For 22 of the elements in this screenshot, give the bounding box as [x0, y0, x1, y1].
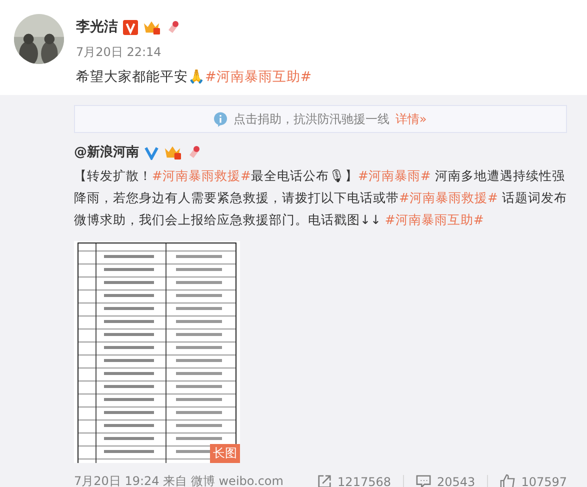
post-time[interactable]: 7月20日 22:14 — [76, 44, 312, 61]
avatar[interactable] — [14, 14, 64, 64]
thumbs-up-icon[interactable] — [500, 474, 516, 487]
long-image-badge: 长图 — [210, 444, 240, 463]
post-text: 希望大家都能平安🙏#河南暴雨互助# — [76, 68, 312, 87]
stat-count: 1217568 — [338, 474, 391, 487]
verified-icon — [123, 20, 138, 34]
verified-icon — [144, 144, 159, 160]
donation-banner[interactable]: 点击捐助，抗洪防汛驰援一线 详情» — [74, 105, 567, 133]
crown-icon — [164, 144, 181, 160]
stat-count: 20543 — [437, 474, 476, 487]
crown-icon — [143, 19, 160, 35]
stat-count: 107597 — [521, 474, 567, 487]
details-link[interactable]: 详情» — [395, 110, 427, 128]
repost-time[interactable]: 7月20日 19:24 来自 微博 weibo.com — [74, 473, 284, 487]
comment-icon[interactable] — [416, 474, 431, 487]
user-name[interactable]: 李光洁 — [76, 18, 118, 36]
banner-text: 点击捐助，抗洪防汛驰援一线 — [233, 110, 390, 128]
share-icon[interactable] — [316, 474, 332, 487]
repost-author[interactable]: @新浪河南 — [74, 143, 139, 161]
info-icon — [214, 112, 228, 126]
repost-text: 【转发扩散！#河南暴雨救援#最全电话公布🎙】#河南暴雨# 河南多地遭遇持续性强降雨，若您身边有人需要紧急救援，请拨打以下电话或带#河南暴雨救援# 话题词发布微博求助，我们会上报给应急救援部门。电话戳图↓↓ #河南暴雨互助# — [74, 167, 567, 229]
